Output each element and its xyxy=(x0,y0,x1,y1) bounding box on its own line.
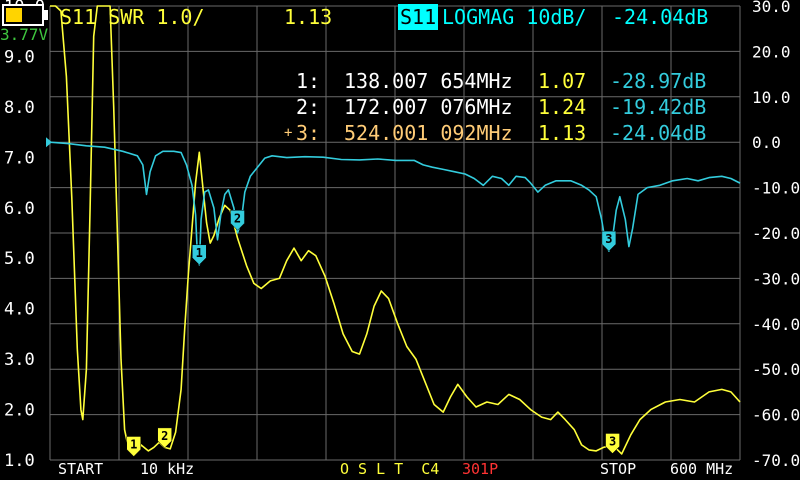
marker-2-id: 2: xyxy=(296,95,321,119)
marker-3-freq: 524.001 092MHz xyxy=(344,121,513,145)
marker-1-freq: 138.007 654MHz xyxy=(344,69,513,93)
logmag-tick-label: -60.0 xyxy=(752,406,800,425)
logmag-tick-label: -50.0 xyxy=(752,360,800,379)
marker-number: 3 xyxy=(605,232,612,246)
marker-3-swr: 1.13 xyxy=(538,121,587,145)
marker-number: 1 xyxy=(196,246,203,260)
trace2-badge[interactable]: S11 xyxy=(398,4,439,30)
stop-frequency[interactable]: 600 MHz xyxy=(670,459,733,479)
start-label[interactable]: START xyxy=(58,459,103,479)
marker-3-logmag: 3 xyxy=(601,230,617,252)
marker-1-logmag: 1 xyxy=(192,244,207,266)
logmag-tick-label: 10.0 xyxy=(752,88,791,107)
swr-tick-label: 1.0 xyxy=(4,451,35,471)
marker-2-logmag: 2 xyxy=(230,210,245,231)
marker-number: 2 xyxy=(234,211,241,225)
left-axis-ticks: 1.02.03.04.05.06.07.08.09.010.0 xyxy=(4,0,52,471)
marker-2-swr: 1.24 xyxy=(538,95,587,119)
swr-tick-label: 3.0 xyxy=(4,350,35,370)
marker-1-id: 1: xyxy=(296,69,321,93)
marker-number: 3 xyxy=(609,434,616,448)
swr-tick-label: 7.0 xyxy=(4,148,35,168)
logmag-tick-label: -10.0 xyxy=(752,179,800,198)
swr-tick-label: 2.0 xyxy=(4,401,35,421)
marker-number: 2 xyxy=(161,429,168,443)
plot-markers: 1 2 3 1 2 3 xyxy=(126,210,620,457)
logmag-tick-label: 20.0 xyxy=(752,42,791,61)
logmag-tick-label: -40.0 xyxy=(752,315,800,334)
stop-label[interactable]: STOP xyxy=(600,459,636,479)
battery-tip xyxy=(44,10,48,20)
logmag-tick-label: -70.0 xyxy=(752,451,800,470)
active-marker-indicator: + xyxy=(284,125,293,141)
sweep-points[interactable]: 301P xyxy=(462,459,498,479)
battery-body xyxy=(2,4,44,26)
swr-tick-label: 8.0 xyxy=(4,98,35,118)
marker-1-swr: 1.07 xyxy=(538,69,587,93)
swr-tick-label: 5.0 xyxy=(4,249,35,269)
logmag-tick-label: -30.0 xyxy=(752,269,800,288)
logmag-tick-label: 0.0 xyxy=(752,133,781,152)
logmag-reference-marker xyxy=(46,137,52,148)
marker-1-db: -28.97dB xyxy=(610,69,707,93)
marker-3-id: 3: xyxy=(296,121,321,145)
calibration-status[interactable]: O S L T C4 xyxy=(340,459,439,479)
logmag-tick-label: -20.0 xyxy=(752,224,800,243)
start-frequency[interactable]: 10 kHz xyxy=(140,459,194,479)
marker-3-db: -24.04dB xyxy=(610,121,707,145)
battery-level xyxy=(6,8,22,22)
swr-tick-label: 9.0 xyxy=(4,47,35,67)
right-axis-ticks: 30.0 20.0 10.0 0.0 -10.0 -20.0 -30.0 -40.0 -50.0… xyxy=(752,0,800,470)
swr-tick-label: 6.0 xyxy=(4,199,35,219)
trace1-value: 1.13 xyxy=(284,5,333,29)
trace1-label[interactable]: S11 SWR 1.0/ xyxy=(60,4,205,30)
battery-voltage: 3.77V xyxy=(0,25,49,44)
marker-number: 1 xyxy=(130,437,137,451)
swr-tick-label: 4.0 xyxy=(4,300,35,320)
marker-2-freq: 172.007 076MHz xyxy=(344,95,513,119)
marker-2-swr: 2 xyxy=(157,427,172,449)
trace2-value: -24.04dB xyxy=(612,5,709,29)
trace2-label[interactable]: LOGMAG 10dB/ xyxy=(442,4,587,30)
marker-2-db: -19.42dB xyxy=(610,95,707,119)
marker-1-swr: 1 xyxy=(126,436,141,457)
logmag-tick-label: 30.0 xyxy=(752,0,791,16)
